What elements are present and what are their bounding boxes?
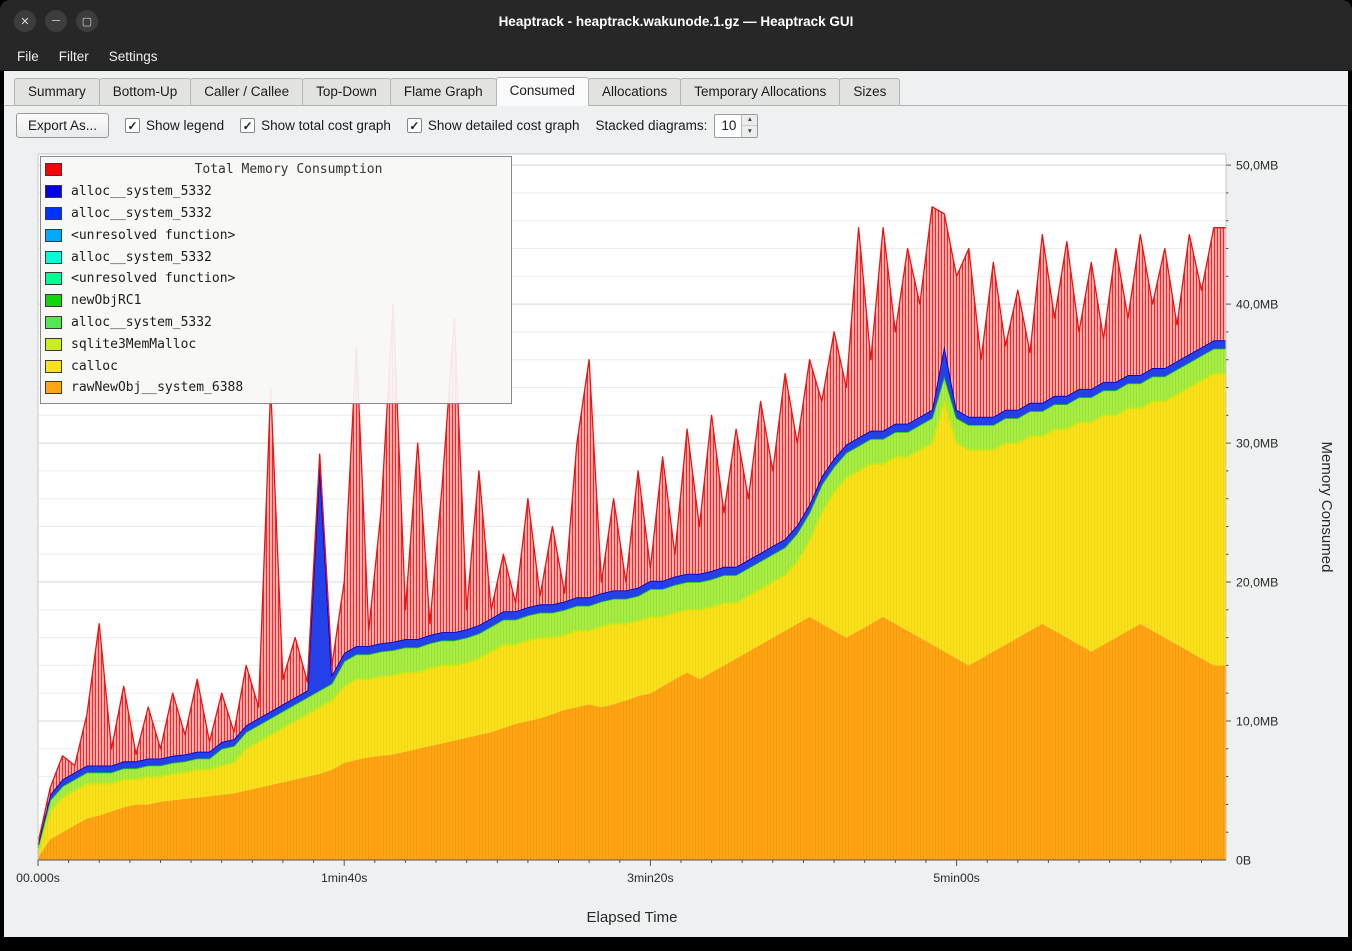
- legend-item-label: <unresolved function>: [71, 228, 235, 243]
- app-window: ✕ ─ ▢ Heaptrack - heaptrack.wakunode.1.g…: [0, 0, 1352, 951]
- export-as-button[interactable]: Export As...: [16, 113, 109, 138]
- spinbox-arrows: ▲▼: [741, 115, 757, 137]
- checkbox-group: ✓ Show legend ✓ Show total cost graph ✓ Show …: [125, 118, 580, 133]
- spin-up-button[interactable]: ▲: [742, 115, 757, 127]
- x-axis-title: Elapsed Time: [587, 909, 678, 926]
- legend-item-label: calloc: [71, 359, 118, 374]
- y-tick-label: 50,0MB: [1236, 158, 1278, 172]
- legend-item: alloc__system_5332: [45, 181, 506, 203]
- window-title: Heaptrack - heaptrack.wakunode.1.gz — He…: [0, 0, 1352, 42]
- x-tick-label: 00.000s: [16, 871, 60, 885]
- legend-item: <unresolved function>: [45, 224, 506, 246]
- close-icon: ✕: [20, 15, 29, 28]
- tab-allocations[interactable]: Allocations: [588, 78, 681, 105]
- checkbox-box: ✓: [240, 118, 255, 133]
- legend-swatch: [45, 229, 62, 242]
- legend-item-label: alloc__system_5332: [71, 315, 212, 330]
- legend-item: newObjRC1: [45, 290, 506, 312]
- checkbox-show-legend[interactable]: ✓ Show legend: [125, 118, 224, 133]
- legend-item-label: newObjRC1: [71, 293, 141, 308]
- stacked-diagrams-control: Stacked diagrams: 10 ▲▼: [596, 114, 759, 138]
- x-tick-label: 3min20s: [627, 871, 673, 885]
- checkbox-label: Show detailed cost graph: [428, 118, 580, 133]
- main-content: SummaryBottom-UpCaller / CalleeTop-DownF…: [4, 71, 1348, 937]
- window-controls: ✕ ─ ▢: [14, 10, 98, 32]
- legend-item: alloc__system_5332: [45, 246, 506, 268]
- maximize-button[interactable]: ▢: [76, 10, 98, 32]
- legend-item: calloc: [45, 355, 506, 377]
- tab-temporary-allocations[interactable]: Temporary Allocations: [680, 78, 840, 105]
- legend-swatch: [45, 294, 62, 307]
- checkbox-box: ✓: [125, 118, 140, 133]
- tab-sizes[interactable]: Sizes: [839, 78, 900, 105]
- legend-title-row: Total Memory Consumption: [45, 159, 506, 181]
- y-axis-title: Memory Consumed: [1318, 442, 1335, 573]
- legend-swatch-total: [45, 163, 62, 176]
- legend-swatch: [45, 316, 62, 329]
- menu-settings[interactable]: Settings: [100, 46, 167, 67]
- check-icon: ✓: [128, 120, 138, 132]
- stacked-diagrams-value[interactable]: 10: [715, 115, 741, 137]
- menu-filter[interactable]: Filter: [50, 46, 98, 67]
- stacked-diagrams-label: Stacked diagrams:: [596, 118, 708, 133]
- legend-item: alloc__system_5332: [45, 312, 506, 334]
- legend-item-label: alloc__system_5332: [71, 206, 212, 221]
- close-button[interactable]: ✕: [14, 10, 36, 32]
- checkbox-box: ✓: [407, 118, 422, 133]
- legend-swatch: [45, 381, 62, 394]
- checkbox-show-total-cost-graph[interactable]: ✓ Show total cost graph: [240, 118, 391, 133]
- legend-item-label: sqlite3MemMalloc: [71, 337, 196, 352]
- legend-swatch: [45, 185, 62, 198]
- y-tick-label: 0B: [1236, 853, 1251, 867]
- legend-swatch: [45, 251, 62, 264]
- legend-title: Total Memory Consumption: [71, 162, 506, 177]
- legend-item: alloc__system_5332: [45, 203, 506, 225]
- legend-item: rawNewObj__system_6388: [45, 377, 506, 399]
- check-icon: ✓: [243, 120, 253, 132]
- checkbox-label: Show legend: [146, 118, 224, 133]
- legend-swatch: [45, 207, 62, 220]
- titlebar: ✕ ─ ▢ Heaptrack - heaptrack.wakunode.1.g…: [0, 0, 1352, 42]
- legend-swatch: [45, 338, 62, 351]
- checkbox-label: Show total cost graph: [261, 118, 391, 133]
- legend-item-label: <unresolved function>: [71, 271, 235, 286]
- legend-swatch: [45, 272, 62, 285]
- tab-flame-graph[interactable]: Flame Graph: [390, 78, 497, 105]
- y-tick-label: 30,0MB: [1236, 436, 1278, 450]
- legend-item-label: alloc__system_5332: [71, 250, 212, 265]
- minimize-button[interactable]: ─: [45, 10, 67, 32]
- checkbox-show-detailed-cost-graph[interactable]: ✓ Show detailed cost graph: [407, 118, 580, 133]
- menubar: FileFilterSettings: [0, 42, 1352, 71]
- x-tick-label: 1min40s: [321, 871, 367, 885]
- tab-summary[interactable]: Summary: [14, 78, 100, 105]
- spin-down-button[interactable]: ▼: [742, 126, 757, 137]
- chart-legend: Total Memory Consumption alloc__system_53…: [40, 156, 512, 404]
- tab-top-down[interactable]: Top-Down: [302, 78, 391, 105]
- y-tick-label: 20,0MB: [1236, 575, 1278, 589]
- minimize-icon: ─: [52, 15, 60, 27]
- maximize-icon: ▢: [82, 15, 92, 28]
- tab-bottom-up[interactable]: Bottom-Up: [99, 78, 192, 105]
- tab-caller-callee[interactable]: Caller / Callee: [190, 78, 303, 105]
- menu-file[interactable]: File: [8, 46, 48, 67]
- x-tick-label: 5min00s: [933, 871, 979, 885]
- toolbar: Export As... ✓ Show legend ✓ Show total cos…: [4, 106, 1348, 144]
- legend-item-label: rawNewObj__system_6388: [71, 380, 243, 395]
- y-tick-label: 40,0MB: [1236, 297, 1278, 311]
- legend-swatch: [45, 360, 62, 373]
- check-icon: ✓: [409, 120, 419, 132]
- legend-item-label: alloc__system_5332: [71, 184, 212, 199]
- chart-area: 00.000s 1min40s 3min20s 5min00s 0B 10,0MB 20,0…: [4, 146, 1348, 937]
- legend-item: <unresolved function>: [45, 268, 506, 290]
- y-tick-label: 10,0MB: [1236, 714, 1278, 728]
- tab-consumed[interactable]: Consumed: [496, 77, 589, 106]
- tabbar: SummaryBottom-UpCaller / CalleeTop-DownF…: [4, 71, 1348, 106]
- legend-item: sqlite3MemMalloc: [45, 333, 506, 355]
- stacked-diagrams-spinbox[interactable]: 10 ▲▼: [714, 114, 758, 138]
